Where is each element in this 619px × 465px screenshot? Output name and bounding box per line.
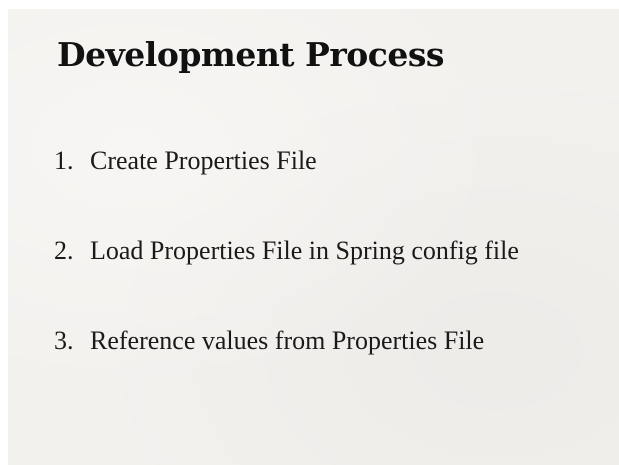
step-number: 3. bbox=[54, 326, 74, 355]
step-number: 1. bbox=[54, 146, 74, 175]
step-item: 2. Load Properties File in Spring config … bbox=[54, 236, 519, 266]
step-item: 3. Reference values from Properties File bbox=[54, 326, 484, 356]
step-text: Reference values from Properties File bbox=[90, 326, 485, 355]
slide: Development Process 1. Create Properties … bbox=[8, 9, 619, 465]
step-text: Load Properties File in Spring config fi… bbox=[90, 236, 519, 265]
step-number: 2. bbox=[54, 236, 74, 265]
step-text: Create Properties File bbox=[90, 146, 317, 175]
step-item: 1. Create Properties File bbox=[54, 146, 317, 176]
slide-title: Development Process bbox=[57, 35, 445, 74]
